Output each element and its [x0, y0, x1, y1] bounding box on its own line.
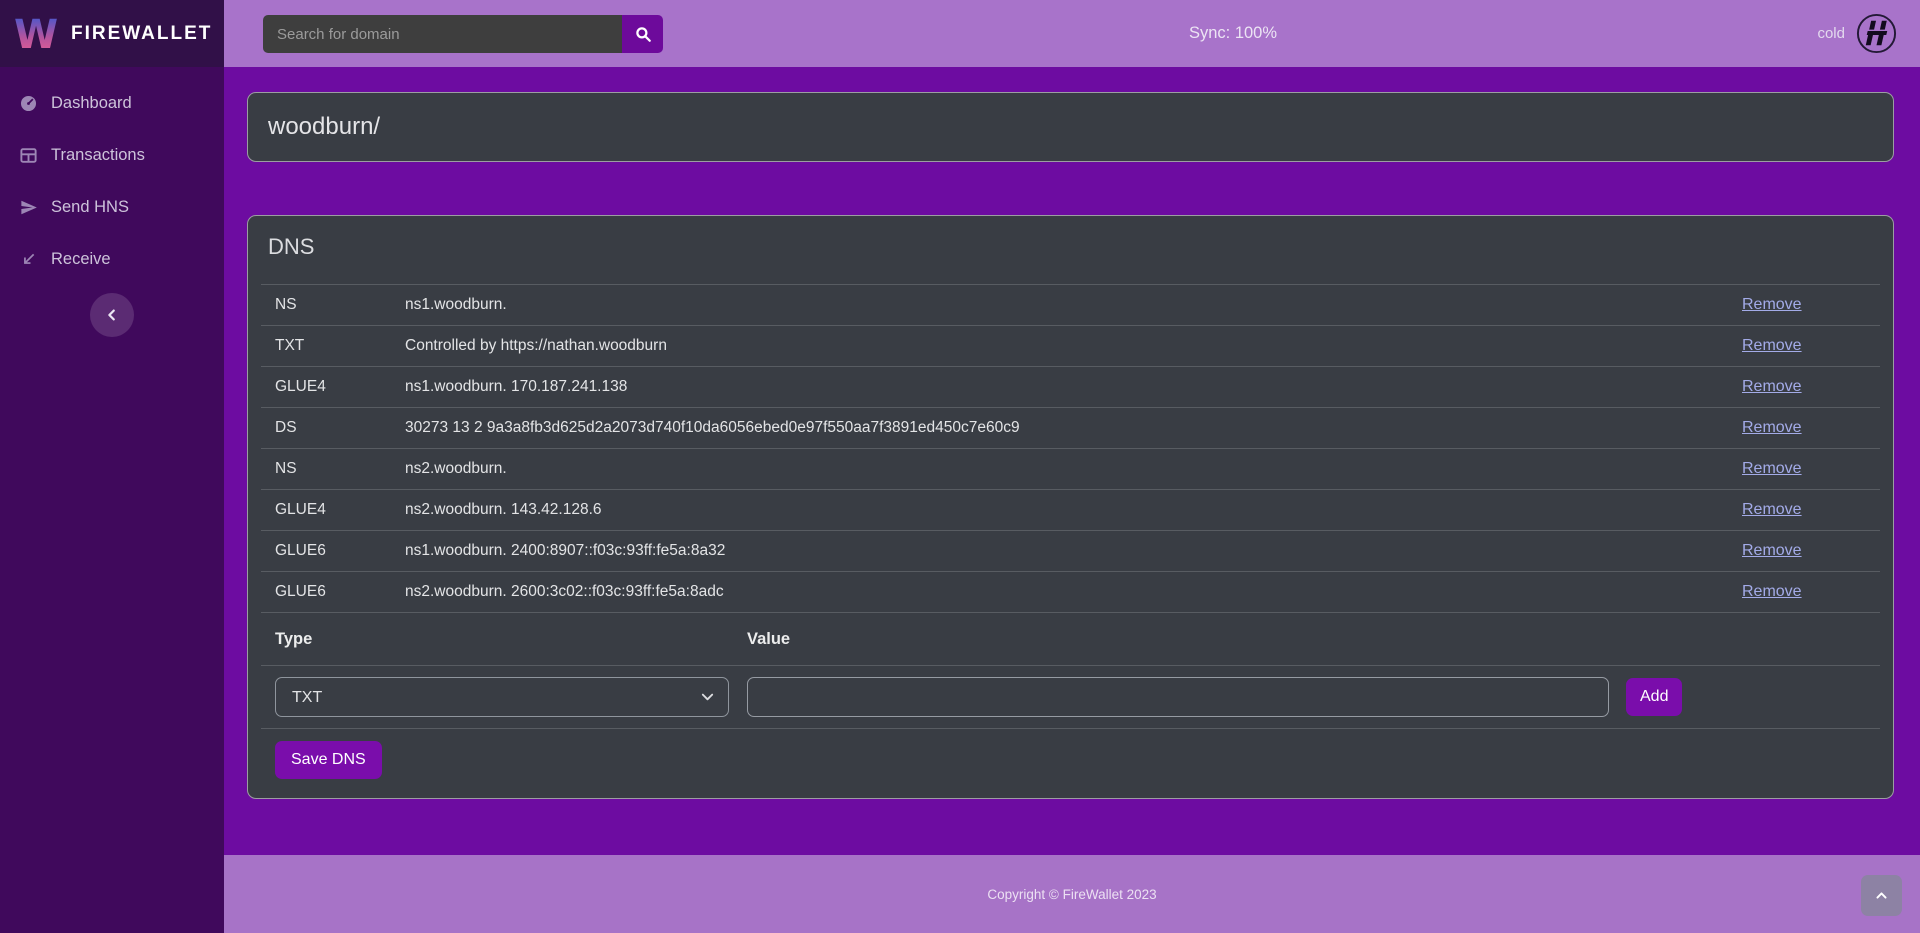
firewallet-w-logo-icon: W — [14, 14, 60, 54]
wallet-name-label: cold — [1817, 25, 1845, 42]
app-root: W FIREWALLET Dashboard Transactions — [0, 0, 1920, 933]
chevron-left-icon — [105, 308, 119, 322]
dns-record-value: ns1.woodburn. — [391, 296, 1728, 314]
dns-record-type: GLUE4 — [261, 501, 391, 519]
record-type-select-wrap: TXT — [275, 677, 729, 717]
dns-form-header-row: Type Value — [261, 612, 1880, 665]
dns-record-value: ns1.woodburn. 2400:8907::f03c:93ff:fe5a:… — [391, 542, 1728, 560]
dns-record-row: GLUE4 ns2.woodburn. 143.42.128.6 Remove — [261, 489, 1880, 530]
dns-card: DNS NS ns1.woodburn. Remove TXT Controll… — [247, 215, 1894, 799]
dns-record-value: 30273 13 2 9a3a8fb3d625d2a2073d740f10da6… — [391, 419, 1728, 437]
dns-record-action: Remove — [1728, 378, 1880, 396]
record-value-input[interactable] — [747, 677, 1609, 717]
topbar: Sync: 100% cold — [224, 0, 1920, 67]
dns-record-action: Remove — [1728, 542, 1880, 560]
dns-record-action: Remove — [1728, 337, 1880, 355]
remove-link[interactable]: Remove — [1742, 378, 1802, 395]
sidebar: W FIREWALLET Dashboard Transactions — [0, 0, 224, 933]
sidebar-item-label: Send HNS — [51, 198, 129, 217]
remove-link[interactable]: Remove — [1742, 460, 1802, 477]
dns-records-table: NS ns1.woodburn. Remove TXT Controlled b… — [261, 284, 1880, 729]
search-icon — [634, 25, 652, 43]
dns-record-type: TXT — [261, 337, 391, 355]
dns-card-title: DNS — [261, 216, 1880, 284]
sidebar-item-label: Receive — [51, 250, 111, 269]
domain-searchbox — [263, 15, 663, 53]
brand-home[interactable]: W FIREWALLET — [0, 0, 224, 67]
dns-record-row: GLUE6 ns2.woodburn. 2600:3c02::f03c:93ff… — [261, 571, 1880, 612]
dns-record-type: GLUE4 — [261, 378, 391, 396]
dns-record-type: NS — [261, 296, 391, 314]
svg-text:W: W — [14, 14, 58, 54]
dns-record-row: GLUE6 ns1.woodburn. 2400:8907::f03c:93ff… — [261, 530, 1880, 571]
page-title: woodburn/ — [268, 113, 380, 141]
dns-record-value: ns2.woodburn. — [391, 460, 1728, 478]
sidebar-item-dashboard[interactable]: Dashboard — [0, 77, 224, 129]
handshake-icon[interactable] — [1855, 12, 1898, 55]
sidebar-item-label: Transactions — [51, 146, 145, 165]
dns-record-value: ns1.woodburn. 170.187.241.138 — [391, 378, 1728, 396]
dns-record-type: GLUE6 — [261, 542, 391, 560]
main-content: woodburn/ DNS NS ns1.woodburn. Remove TX… — [224, 67, 1920, 855]
remove-link[interactable]: Remove — [1742, 501, 1802, 518]
domain-card: woodburn/ — [247, 92, 1894, 162]
dns-record-row: TXT Controlled by https://nathan.woodbur… — [261, 325, 1880, 366]
dns-record-type: NS — [261, 460, 391, 478]
add-record-button[interactable]: Add — [1626, 678, 1682, 716]
dashboard-gauge-icon — [19, 94, 38, 113]
sidebar-item-transactions[interactable]: Transactions — [0, 129, 224, 181]
sync-status: Sync: 100% — [1189, 0, 1277, 67]
receive-arrow-icon — [19, 250, 38, 269]
dns-add-record-row: TXT Add — [261, 665, 1880, 729]
dns-record-row: NS ns1.woodburn. Remove — [261, 284, 1880, 325]
sidebar-collapse-button[interactable] — [90, 293, 134, 337]
save-dns-button[interactable]: Save DNS — [275, 741, 382, 779]
dns-record-row: GLUE4 ns1.woodburn. 170.187.241.138 Remo… — [261, 366, 1880, 407]
dns-record-action: Remove — [1728, 419, 1880, 437]
remove-link[interactable]: Remove — [1742, 296, 1802, 313]
dns-record-action: Remove — [1728, 460, 1880, 478]
sidebar-item-label: Dashboard — [51, 94, 132, 113]
sidebar-item-send-hns[interactable]: Send HNS — [0, 181, 224, 233]
chevron-up-icon — [1875, 889, 1888, 902]
search-button[interactable] — [622, 15, 663, 53]
dns-record-value: ns2.woodburn. 2600:3c02::f03c:93ff:fe5a:… — [391, 583, 1728, 601]
dns-record-value: Controlled by https://nathan.woodburn — [391, 337, 1728, 355]
transactions-table-icon — [19, 146, 38, 165]
search-input[interactable] — [263, 15, 622, 53]
dns-record-type: DS — [261, 419, 391, 437]
dns-record-action: Remove — [1728, 583, 1880, 601]
copyright-text: Copyright © FireWallet 2023 — [987, 887, 1156, 902]
sidebar-item-receive[interactable]: Receive — [0, 233, 224, 285]
wallet-indicator: cold — [1817, 0, 1898, 67]
send-plane-icon — [19, 198, 38, 217]
remove-link[interactable]: Remove — [1742, 337, 1802, 354]
dns-record-row: DS 30273 13 2 9a3a8fb3d625d2a2073d740f10… — [261, 407, 1880, 448]
remove-link[interactable]: Remove — [1742, 419, 1802, 436]
footer: Copyright © FireWallet 2023 — [224, 855, 1920, 933]
dns-record-action: Remove — [1728, 296, 1880, 314]
sidebar-nav: Dashboard Transactions Send HNS Receive — [0, 67, 224, 285]
value-column-header: Value — [733, 630, 1626, 649]
scroll-top-button[interactable] — [1861, 875, 1902, 916]
record-type-select[interactable]: TXT — [275, 677, 729, 717]
dns-record-type: GLUE6 — [261, 583, 391, 601]
dns-record-action: Remove — [1728, 501, 1880, 519]
dns-record-row: NS ns2.woodburn. Remove — [261, 448, 1880, 489]
dns-record-value: ns2.woodburn. 143.42.128.6 — [391, 501, 1728, 519]
brand-name: FIREWALLET — [71, 23, 212, 45]
type-column-header: Type — [261, 630, 733, 649]
remove-link[interactable]: Remove — [1742, 542, 1802, 559]
remove-link[interactable]: Remove — [1742, 583, 1802, 600]
